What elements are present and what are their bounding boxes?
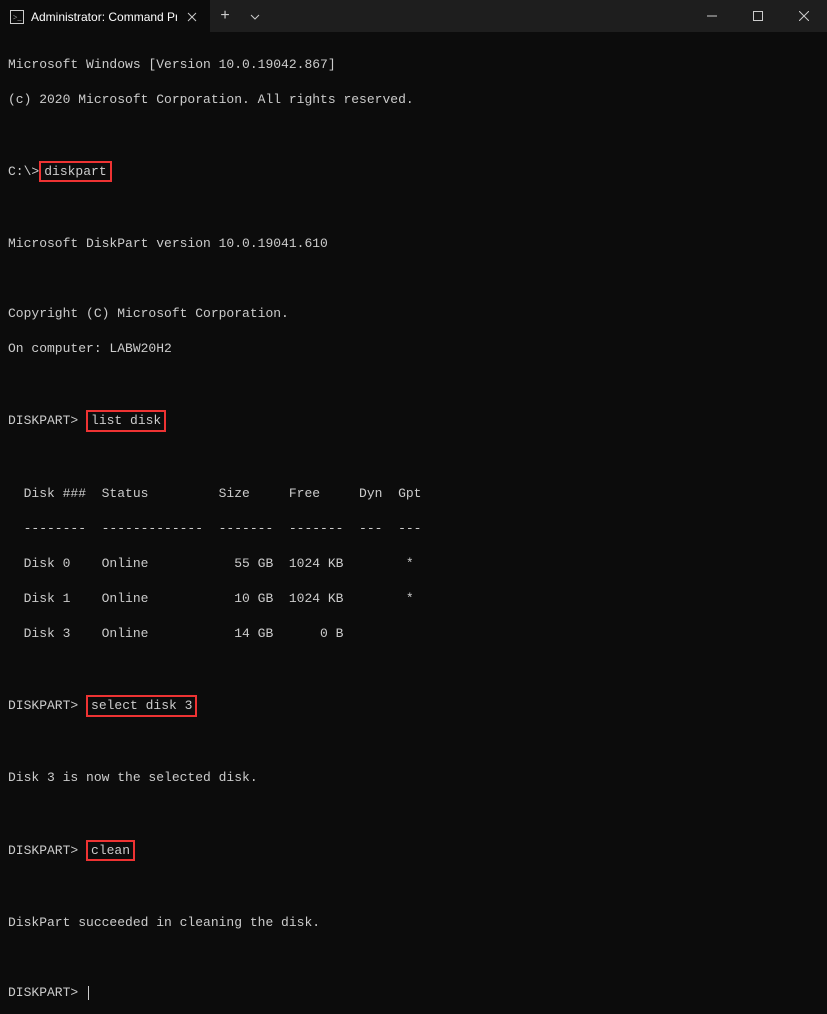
tab-dropdown-button[interactable] [240, 0, 270, 32]
close-icon [799, 11, 809, 21]
output-line: On computer: LABW20H2 [8, 340, 819, 358]
highlight-clean: clean [86, 840, 135, 862]
output-line: Copyright (C) Microsoft Corporation. [8, 305, 819, 323]
output-line: Microsoft Windows [Version 10.0.19042.86… [8, 56, 819, 74]
terminal-output[interactable]: Microsoft Windows [Version 10.0.19042.86… [0, 32, 827, 1014]
titlebar: >_ Administrator: Command Promp + [0, 0, 827, 32]
command-line: C:\>diskpart [8, 161, 819, 183]
blank-line [8, 200, 819, 218]
command-line: DISKPART> select disk 3 [8, 695, 819, 717]
blank-line [8, 375, 819, 393]
cursor [88, 986, 89, 1000]
output-line: Disk 3 is now the selected disk. [8, 769, 819, 787]
table-divider: -------- ------------- ------- ------- -… [8, 520, 819, 538]
maximize-button[interactable] [735, 0, 781, 32]
highlight-list-disk: list disk [86, 410, 166, 432]
command-line: DISKPART> list disk [8, 410, 819, 432]
new-tab-button[interactable]: + [210, 0, 240, 32]
minimize-button[interactable] [689, 0, 735, 32]
table-row: Disk 0 Online 55 GB 1024 KB * [8, 555, 819, 573]
prompt: DISKPART> [8, 413, 86, 428]
highlight-select-disk: select disk 3 [86, 695, 197, 717]
blank-line [8, 734, 819, 752]
output-line: Microsoft DiskPart version 10.0.19041.61… [8, 235, 819, 253]
active-tab[interactable]: >_ Administrator: Command Promp [0, 0, 210, 32]
maximize-icon [753, 11, 763, 21]
prompt: DISKPART> [8, 698, 86, 713]
blank-line [8, 805, 819, 823]
blank-line [8, 450, 819, 468]
titlebar-left: >_ Administrator: Command Promp + [0, 0, 270, 32]
plus-icon: + [220, 7, 230, 25]
close-tab-icon[interactable] [184, 9, 200, 25]
prompt: C:\> [8, 164, 39, 179]
prompt: DISKPART> [8, 985, 86, 1000]
prompt-line: DISKPART> [8, 984, 819, 1002]
table-row: Disk 1 Online 10 GB 1024 KB * [8, 590, 819, 608]
chevron-down-icon [250, 9, 260, 24]
minimize-icon [707, 11, 717, 21]
tab-title: Administrator: Command Promp [31, 10, 177, 24]
table-row: Disk 3 Online 14 GB 0 B [8, 625, 819, 643]
blank-line [8, 270, 819, 288]
highlight-diskpart: diskpart [39, 161, 111, 183]
output-line: (c) 2020 Microsoft Corporation. All righ… [8, 91, 819, 109]
blank-line [8, 949, 819, 967]
output-line: DiskPart succeeded in cleaning the disk. [8, 914, 819, 932]
cmd-icon: >_ [10, 10, 24, 24]
command-line: DISKPART> clean [8, 840, 819, 862]
table-header: Disk ### Status Size Free Dyn Gpt [8, 485, 819, 503]
svg-text:>_: >_ [13, 13, 23, 22]
prompt: DISKPART> [8, 843, 86, 858]
window-controls [689, 0, 827, 32]
blank-line [8, 126, 819, 144]
blank-line [8, 660, 819, 678]
close-button[interactable] [781, 0, 827, 32]
blank-line [8, 879, 819, 897]
